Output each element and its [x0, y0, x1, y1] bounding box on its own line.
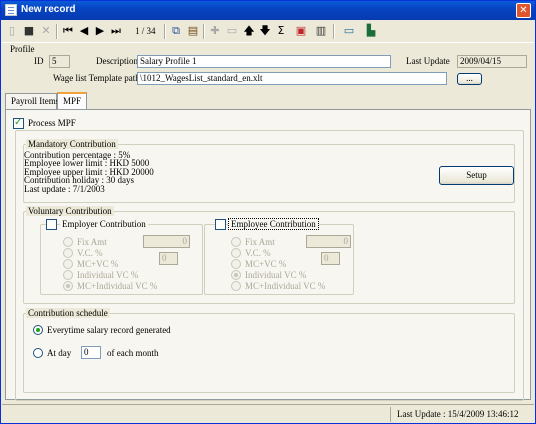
- employee-pct-field[interactable]: 0: [321, 252, 340, 265]
- sum-icon[interactable]: Σ: [273, 23, 289, 39]
- remove-row-icon[interactable]: ▭: [224, 23, 240, 39]
- employee-contribution-checkbox[interactable]: [215, 219, 226, 230]
- employee-mc-individual-vc-label: MC+Individual VC %: [245, 281, 326, 291]
- last-update-field: 2009/04/15: [457, 55, 527, 68]
- employer-mc-individual-vc-radio[interactable]: [63, 281, 73, 291]
- exit-icon[interactable]: ▙: [363, 23, 379, 39]
- page-indicator: 1 / 34: [135, 26, 156, 36]
- employee-vc-pct-label: V.C. %: [245, 248, 271, 258]
- paste-icon[interactable]: ▤: [185, 23, 201, 39]
- employer-individual-vc-label: Individual VC %: [77, 270, 139, 280]
- browse-button[interactable]: ...: [457, 73, 482, 85]
- employer-contribution-checkbox[interactable]: [46, 219, 57, 230]
- everytime-generated-radio[interactable]: [33, 325, 43, 335]
- toolbar: ▯ ■ ✕ ⏮ ◀ ▶ ⏭ 1 / 34 ⧉ ▤ ✚ ▭ 🡅 🡇 Σ ▣ ▥ ▭…: [2, 21, 534, 43]
- move-up-icon[interactable]: 🡅: [241, 23, 257, 39]
- last-record-icon[interactable]: ⏭: [108, 23, 124, 39]
- mandatory-contribution-title: Mandatory Contribution: [26, 139, 118, 149]
- employer-contribution-label: Employer Contribution: [60, 219, 148, 229]
- description-label: Description: [96, 56, 138, 66]
- toolbar-separator: [56, 24, 58, 39]
- next-record-icon[interactable]: ▶: [92, 23, 108, 39]
- employer-vc-pct-radio[interactable]: [63, 248, 73, 258]
- employee-mc-vc-radio[interactable]: [231, 259, 241, 269]
- template-path-field[interactable]: \1012_WagesList_standard_en.xlt: [137, 72, 447, 85]
- add-row-icon[interactable]: ✚: [207, 23, 223, 39]
- employee-individual-vc-label: Individual VC %: [245, 270, 307, 280]
- save-icon[interactable]: ■: [21, 23, 37, 39]
- status-last-update: Last Update : 15/4/2009 13:46:12: [390, 407, 532, 422]
- day-of-month-field[interactable]: 0: [81, 346, 101, 359]
- toolbar-separator: [333, 24, 335, 39]
- employer-pct-field[interactable]: 0: [159, 252, 178, 265]
- status-bar: Last Update : 15/4/2009 13:46:12: [2, 404, 534, 423]
- screen-icon[interactable]: ▭: [341, 23, 357, 39]
- document-icon: [5, 4, 17, 16]
- title-bar[interactable]: New record ✕: [1, 1, 535, 20]
- description-field[interactable]: Salary Profile 1: [137, 55, 391, 68]
- move-down-icon[interactable]: 🡇: [257, 23, 273, 39]
- mandatory-last-update-text: Last update : 7/1/2003: [24, 184, 105, 194]
- process-mpf-label: Process MPF: [28, 118, 76, 128]
- contribution-schedule-title: Contribution schedule: [26, 308, 110, 318]
- process-mpf-checkbox[interactable]: [13, 117, 24, 129]
- employer-fix-amt-label: Fix Amt: [77, 237, 107, 247]
- close-button[interactable]: ✕: [516, 3, 531, 18]
- at-day-radio[interactable]: [33, 348, 43, 358]
- window-title: New record: [21, 4, 76, 15]
- report-icon[interactable]: ▥: [313, 23, 329, 39]
- setup-button[interactable]: Setup: [439, 166, 514, 185]
- employer-fix-amt-field[interactable]: 0: [143, 235, 190, 248]
- first-record-icon[interactable]: ⏮: [60, 23, 76, 39]
- employee-mc-vc-label: MC+VC %: [245, 259, 287, 269]
- prev-record-icon[interactable]: ◀: [76, 23, 92, 39]
- tab-payroll-items[interactable]: Payroll Items: [5, 93, 59, 109]
- everytime-generated-label: Everytime salary record generated: [47, 325, 171, 335]
- employee-fix-amt-field[interactable]: 0: [306, 235, 351, 248]
- employee-fix-amt-radio[interactable]: [231, 237, 241, 247]
- employer-mc-vc-label: MC+VC %: [77, 259, 119, 269]
- template-path-label: Wage list Template path: [53, 73, 140, 83]
- employee-fix-amt-label: Fix Amt: [245, 237, 275, 247]
- employee-individual-vc-radio[interactable]: [231, 270, 241, 280]
- toolbar-separator: [203, 24, 205, 39]
- employee-mc-individual-vc-radio[interactable]: [231, 281, 241, 291]
- tab-mpf[interactable]: MPF: [57, 92, 87, 110]
- employee-contribution-label: Employee Contribution: [228, 218, 319, 230]
- of-each-month-label: of each month: [107, 348, 159, 358]
- toolbar-separator: [164, 24, 166, 39]
- delete-icon[interactable]: ✕: [38, 23, 54, 39]
- employer-fix-amt-radio[interactable]: [63, 237, 73, 247]
- profile-section-label: Profile: [10, 44, 35, 54]
- employer-mc-vc-radio[interactable]: [63, 259, 73, 269]
- last-update-label: Last Update: [406, 56, 450, 66]
- at-day-label: At day: [47, 348, 72, 358]
- voluntary-contribution-title: Voluntary Contribution: [26, 206, 114, 216]
- print-icon[interactable]: ▣: [293, 23, 309, 39]
- copy-icon[interactable]: ⧉: [168, 23, 184, 39]
- record-window: New record ✕ ▯ ■ ✕ ⏮ ◀ ▶ ⏭ 1 / 34 ⧉ ▤ ✚ …: [0, 0, 536, 424]
- id-label: ID: [34, 56, 44, 66]
- employer-vc-pct-label: V.C. %: [77, 248, 103, 258]
- employee-vc-pct-radio[interactable]: [231, 248, 241, 258]
- new-icon[interactable]: ▯: [4, 23, 20, 39]
- employer-mc-individual-vc-label: MC+Individual VC %: [77, 281, 158, 291]
- mpf-tab-panel: Process MPF Mandatory Contribution Contr…: [5, 109, 531, 401]
- id-field: 5: [49, 55, 70, 68]
- employer-individual-vc-radio[interactable]: [63, 270, 73, 280]
